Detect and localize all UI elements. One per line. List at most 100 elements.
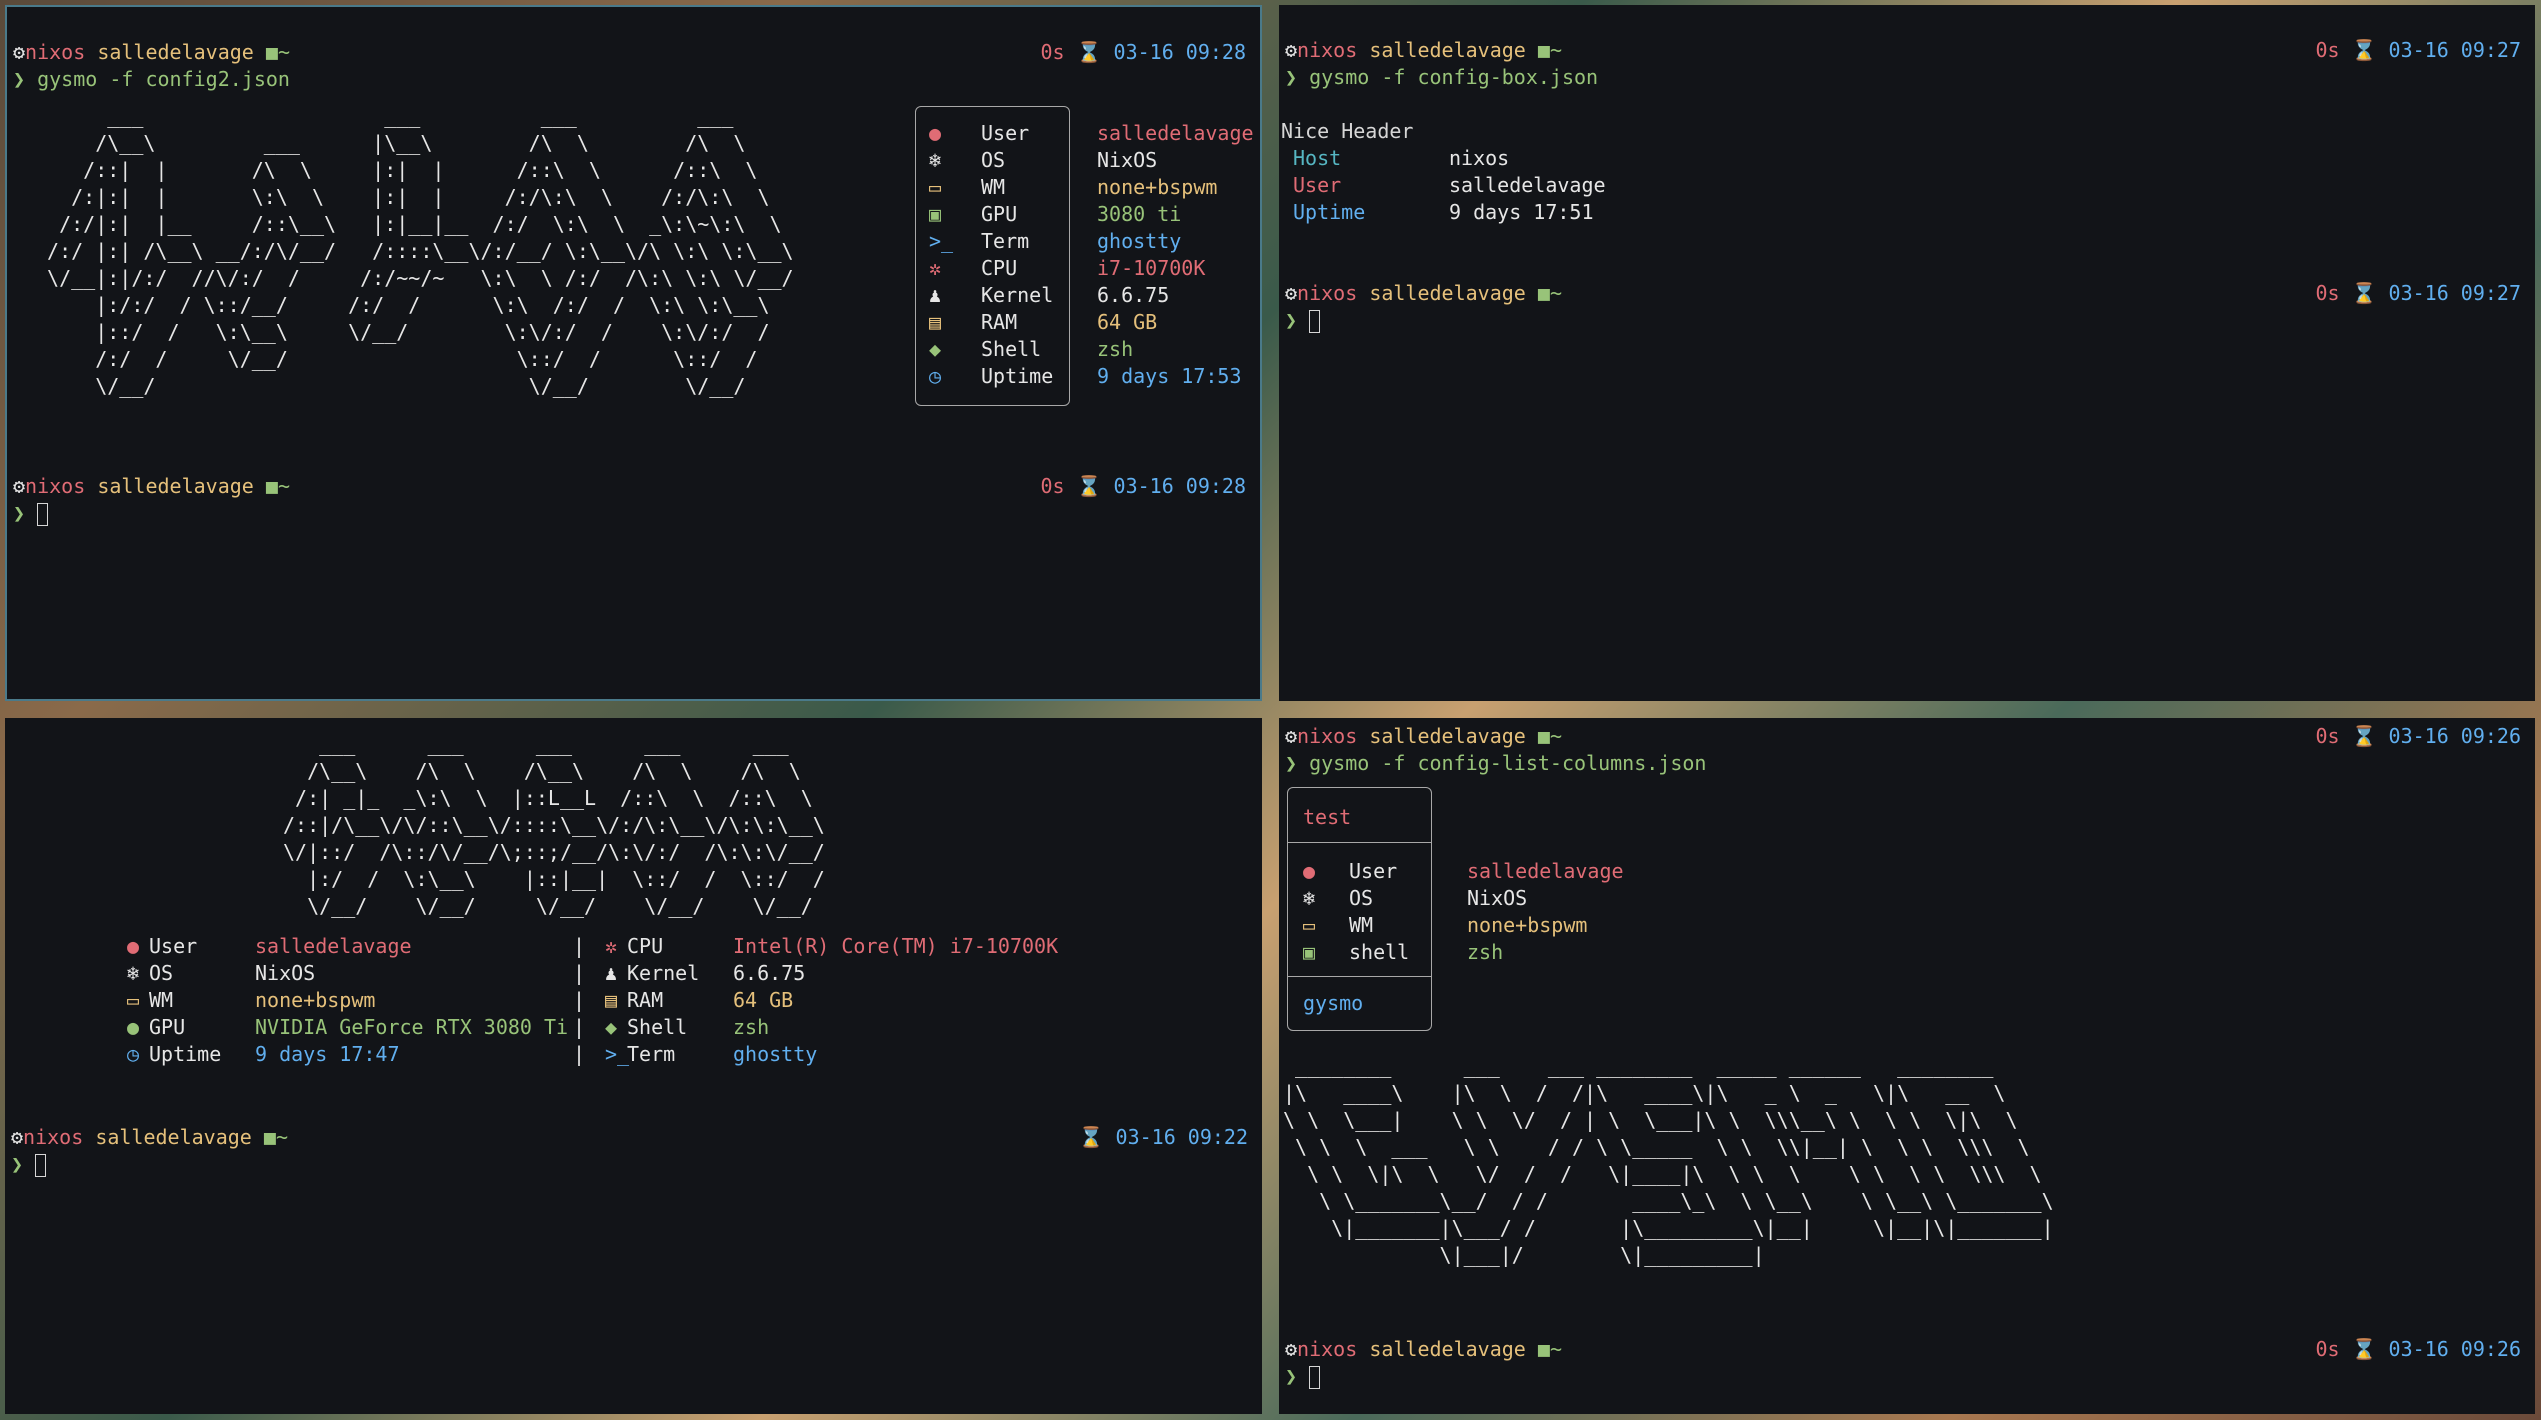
command-line: ❯ gysmo -f config-box.json bbox=[1285, 64, 1598, 91]
cmd-duration: 0s bbox=[1040, 40, 1065, 64]
shell-icon: ◆ bbox=[605, 1015, 618, 1039]
box-title: test bbox=[1303, 805, 1352, 829]
info-value: nixos bbox=[1449, 146, 1510, 170]
info-value: 6.6.75 bbox=[733, 961, 806, 985]
text-cursor[interactable] bbox=[1309, 1366, 1321, 1389]
info-value: NixOS bbox=[1097, 148, 1158, 172]
info-label: Uptime bbox=[981, 364, 1054, 388]
prompt-user: salledelavage bbox=[1369, 1337, 1526, 1361]
cmd-duration: 0s bbox=[2315, 281, 2340, 305]
info-label: RAM bbox=[627, 988, 664, 1012]
nixos-icon: ⚙ bbox=[1285, 281, 1298, 305]
prompt-line-2: ⚙nixos salledelavage ■~ bbox=[1285, 1336, 1562, 1363]
prompt-line-2: ⚙nixos salledelavage ■~ bbox=[1285, 280, 1562, 307]
info-label: Uptime bbox=[149, 1042, 222, 1066]
info-label: GPU bbox=[149, 1015, 186, 1039]
prompt-dir: ~ bbox=[1549, 1337, 1562, 1361]
command-line: ❯ gysmo -f config2.json bbox=[13, 66, 290, 93]
info-label: GPU bbox=[981, 202, 1018, 226]
info-value: zsh bbox=[1467, 940, 1504, 964]
info-label: Uptime bbox=[1293, 200, 1366, 224]
shell-icon: ▣ bbox=[1303, 940, 1316, 964]
shell-icon: ◆ bbox=[929, 337, 942, 361]
input-line[interactable]: ❯ bbox=[1285, 1363, 1321, 1390]
prompt-chevron: ❯ bbox=[1285, 751, 1298, 775]
info-label: shell bbox=[1349, 940, 1410, 964]
cmd-duration: 0s bbox=[2315, 1337, 2340, 1361]
prompt-line: ⚙nixos salledelavage ■~ bbox=[1285, 37, 1562, 64]
terminal-pane-top-left[interactable]: ⚙nixos salledelavage ■~ 0s ⌛ 03-16 09:28… bbox=[5, 5, 1262, 701]
input-line[interactable]: ❯ bbox=[13, 500, 49, 527]
prompt-right: 0s ⌛ 03-16 09:28 bbox=[1040, 39, 1246, 66]
info-value: ghostty bbox=[733, 1042, 818, 1066]
info-label: OS bbox=[149, 961, 174, 985]
prompt-datetime: ⌛ 03-16 09:26 bbox=[2351, 724, 2521, 748]
prompt-chevron: ❯ bbox=[1285, 1364, 1298, 1388]
nixos-icon: ⚙ bbox=[11, 1125, 24, 1149]
box-footer: gysmo bbox=[1303, 991, 1364, 1015]
prompt-right-2: 0s ⌛ 03-16 09:28 bbox=[1040, 473, 1246, 500]
info-label: User bbox=[1349, 859, 1398, 883]
info-value: zsh bbox=[1097, 337, 1134, 361]
info-value: 9 days 17:53 bbox=[1097, 364, 1242, 388]
text-cursor[interactable] bbox=[1309, 310, 1321, 333]
window-icon: ▭ bbox=[1303, 913, 1316, 937]
info-value: NixOS bbox=[255, 961, 316, 985]
terminal-pane-top-right[interactable]: ⚙nixos salledelavage ■~ 0s ⌛ 03-16 09:27… bbox=[1279, 5, 2535, 701]
nixos-icon: ❄ bbox=[1303, 886, 1316, 910]
nixos-icon: ⚙ bbox=[1285, 38, 1298, 62]
folder-icon: ■ bbox=[1537, 281, 1550, 305]
nixos-icon: ❄ bbox=[929, 148, 942, 172]
user-icon: ● bbox=[929, 121, 942, 145]
nixos-icon: ⚙ bbox=[1285, 1337, 1298, 1361]
prompt-chevron: ❯ bbox=[1285, 308, 1298, 332]
prompt-user: salledelavage bbox=[1369, 724, 1526, 748]
prompt-line: ⚙nixos salledelavage ■~ bbox=[13, 39, 290, 66]
folder-icon: ■ bbox=[1537, 724, 1550, 748]
ascii-logo: ___ ___ ___ ___ /\__\ ___ |\__\ /\ \ /\ … bbox=[47, 104, 794, 398]
folder-icon: ■ bbox=[265, 40, 278, 64]
info-value: NixOS bbox=[1467, 886, 1528, 910]
info-label: RAM bbox=[981, 310, 1018, 334]
info-label: User bbox=[1293, 173, 1342, 197]
info-value: Intel(R) Core(TM) i7-10700K bbox=[733, 934, 1059, 958]
info-value: 64 GB bbox=[1097, 310, 1158, 334]
nixos-icon: ⚙ bbox=[13, 40, 26, 64]
info-value: salledelavage bbox=[1449, 173, 1606, 197]
text-cursor[interactable] bbox=[35, 1154, 47, 1177]
info-value: none+bspwm bbox=[255, 988, 376, 1012]
clock-icon: ◷ bbox=[127, 1042, 140, 1066]
prompt-dir: ~ bbox=[277, 474, 290, 498]
terminal-pane-bottom-right[interactable]: ⚙nixos salledelavage ■~ 0s ⌛ 03-16 09:26… bbox=[1279, 718, 2535, 1414]
nixos-icon: ⚙ bbox=[13, 474, 26, 498]
info-value: 3080 ti bbox=[1097, 202, 1182, 226]
prompt-right-2: 0s ⌛ 03-16 09:26 bbox=[2315, 1336, 2521, 1363]
info-value: 9 days 17:47 bbox=[255, 1042, 400, 1066]
text-cursor[interactable] bbox=[37, 503, 49, 526]
nixos-icon: ⚙ bbox=[1285, 724, 1298, 748]
window-icon: ▭ bbox=[929, 175, 942, 199]
cmd-duration: 0s bbox=[1040, 474, 1065, 498]
prompt-host: nixos bbox=[25, 40, 86, 64]
info-value: NVIDIA GeForce RTX 3080 Ti bbox=[255, 1015, 569, 1039]
prompt-right-2: 0s ⌛ 03-16 09:27 bbox=[2315, 280, 2521, 307]
info-label: User bbox=[981, 121, 1030, 145]
info-value: none+bspwm bbox=[1467, 913, 1588, 937]
folder-icon: ■ bbox=[263, 1125, 276, 1149]
prompt-user: salledelavage bbox=[1369, 38, 1526, 62]
input-line[interactable]: ❯ bbox=[11, 1151, 47, 1178]
divider-bar: | bbox=[573, 988, 586, 1012]
ram-icon: ▤ bbox=[929, 310, 942, 334]
input-line[interactable]: ❯ bbox=[1285, 307, 1321, 334]
cpu-icon: ✲ bbox=[929, 256, 942, 280]
prompt-chevron: ❯ bbox=[1285, 65, 1298, 89]
prompt-dir: ~ bbox=[1549, 38, 1562, 62]
terminal-pane-bottom-left[interactable]: ___ ___ ___ ___ ___ /\__\ /\ \ /\__\ /\ … bbox=[5, 718, 1262, 1414]
gpu-icon: ● bbox=[127, 1015, 140, 1039]
info-value: salledelavage bbox=[255, 934, 412, 958]
command-text: gysmo -f config-box.json bbox=[1309, 65, 1599, 89]
command-text: gysmo -f config2.json bbox=[37, 67, 290, 91]
divider-bar: | bbox=[573, 961, 586, 985]
info-label: Host bbox=[1293, 146, 1342, 170]
info-value: none+bspwm bbox=[1097, 175, 1218, 199]
